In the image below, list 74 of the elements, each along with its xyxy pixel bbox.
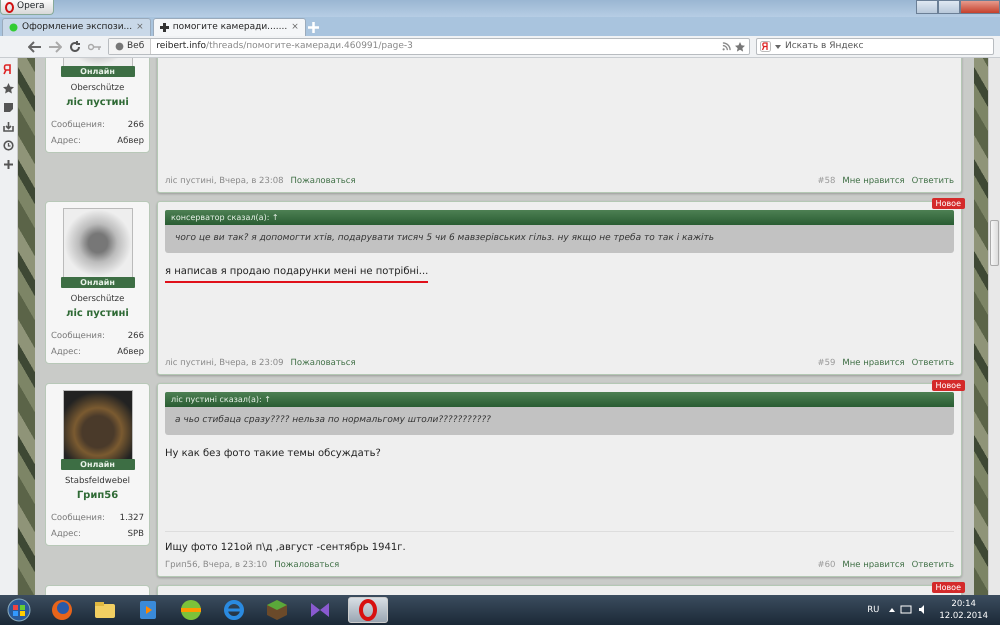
globe-icon [115, 42, 124, 51]
report-link[interactable]: Пожаловаться [290, 175, 356, 188]
stat-label: Сообщения: [51, 330, 105, 342]
stat-value: SPB [128, 528, 144, 540]
scrollbar-thumb[interactable] [990, 220, 999, 266]
stat-value: 266 [128, 118, 144, 132]
cross-icon [160, 23, 169, 32]
user-rank: Oberschütze [70, 293, 124, 306]
yandex-icon[interactable] [760, 41, 771, 52]
caret-icon[interactable] [775, 44, 781, 48]
quote-header[interactable]: консерватор сказал(а): ↑ [165, 210, 954, 225]
dot-icon [9, 23, 18, 32]
clock-icon[interactable] [3, 140, 14, 151]
language-indicator[interactable]: RU [867, 604, 880, 616]
star-icon[interactable] [735, 42, 745, 52]
like-link[interactable]: Мне нравится [842, 559, 905, 572]
stat-label: Сообщения: [51, 512, 105, 524]
report-link[interactable]: Пожаловаться [290, 357, 356, 370]
maximize-button[interactable] [938, 0, 960, 14]
stat-value: 1.327 [120, 512, 144, 524]
post-meta: ліс пустині, Вчера, в 23:09 [165, 357, 284, 370]
reply-link[interactable]: Ответить [912, 175, 954, 188]
address-field[interactable]: Веб reibert.info/threads/помогите-камеради.460991/page-3 [108, 38, 750, 55]
rss-icon[interactable] [722, 42, 731, 50]
browser-tab[interactable]: Оформление экспози... × [2, 18, 151, 36]
reply-link[interactable]: Ответить [912, 559, 954, 572]
online-status: Онлайн [60, 459, 134, 470]
avatar-photo[interactable] [62, 390, 132, 460]
username-link[interactable]: ліс пустині [66, 94, 129, 110]
opera-menu-button[interactable]: Opera [0, 0, 54, 15]
minimize-button[interactable] [916, 0, 938, 14]
tab-close-button[interactable]: × [291, 20, 299, 34]
stat-value: 266 [128, 330, 144, 342]
signature-text: Ищу фото 121ой п\д ,август -сентябрь 1941г. [165, 531, 954, 556]
tab-close-button[interactable]: × [136, 20, 144, 34]
message-text: я написав я продаю подарунки мені не потрібні... [165, 264, 428, 282]
opera-logo-icon [5, 2, 14, 12]
stat-label: Адрес: [51, 134, 81, 148]
online-status: Онлайн [60, 277, 134, 288]
stat-value: Абвер [117, 134, 144, 148]
username-link[interactable]: Грип56 [76, 488, 118, 503]
download-icon[interactable] [3, 121, 14, 132]
user-rank: Stabsfeldwebel [65, 475, 130, 488]
search-box[interactable]: Искать в Яндекс [756, 38, 994, 55]
new-label: Новое [932, 380, 965, 391]
star-icon[interactable] [3, 83, 14, 94]
stat-value: Абвер [117, 346, 144, 358]
user-rank: Oberschütze [70, 82, 124, 95]
new-label: Новое [932, 198, 965, 209]
post-meta: Грип56, Вчера, в 23:10 [165, 559, 268, 572]
message-text: Ну как без фото такие темы обсуждать? [165, 446, 381, 460]
notes-icon[interactable] [3, 102, 14, 113]
quote-header[interactable]: ліс пустині сказал(а): ↑ [165, 392, 954, 407]
avatar-image[interactable] [62, 208, 132, 278]
new-label: Новое [932, 582, 965, 593]
reload-icon[interactable] [68, 40, 82, 52]
online-status: Онлайн [60, 66, 134, 77]
yandex-icon[interactable] [3, 64, 14, 75]
stat-label: Адрес: [51, 528, 81, 540]
report-link[interactable]: Пожаловаться [274, 559, 340, 572]
username-link[interactable]: ліс пустині [66, 306, 129, 321]
quote-text: чого це ви так? я допомогти хтів, подарувати тисяч 5 чи 6 мавзерівських гільз. ну якщо не треба то так і кажіть [165, 225, 954, 252]
reply-link[interactable]: Ответить [912, 357, 954, 370]
back-icon[interactable] [28, 40, 42, 52]
opera-app-icon[interactable] [348, 597, 388, 623]
like-link[interactable]: Мне нравится [842, 357, 905, 370]
browser-tab[interactable]: помогите камеради....... × [152, 18, 306, 36]
stat-label: Сообщения: [51, 118, 105, 132]
like-link[interactable]: Мне нравится [842, 175, 905, 188]
tray-clock[interactable]: 20:14 12.02.2014 [939, 598, 988, 622]
plus-icon[interactable] [3, 159, 14, 170]
stat-label: Адрес: [51, 346, 81, 358]
quote-text: а чьо стибаца сразу???? нельза по нормальгому штоли??????????? [165, 407, 954, 434]
post-meta: ліс пустині, Вчера, в 23:08 [165, 175, 284, 188]
